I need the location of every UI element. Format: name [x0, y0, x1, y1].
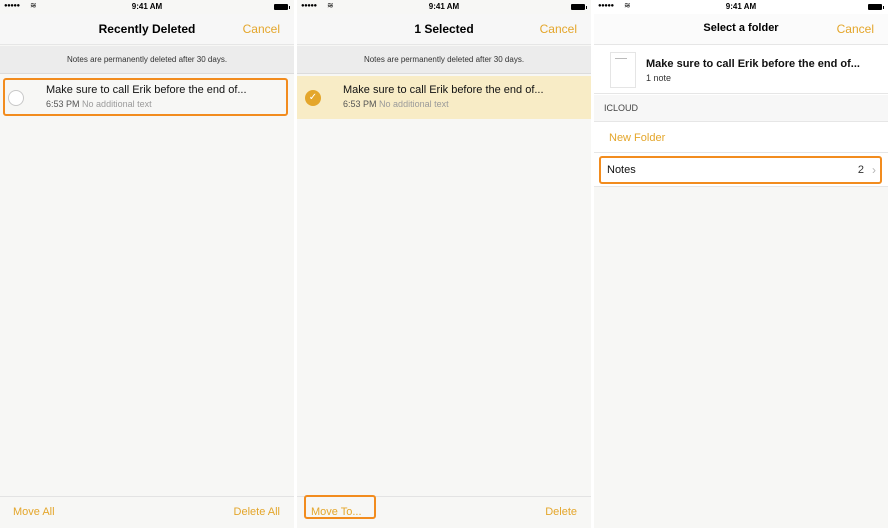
deletion-notice: Notes are permanently deleted after 30 d… [0, 46, 294, 74]
checkmark-icon[interactable]: ✓ [305, 90, 321, 106]
empty-area [594, 186, 888, 528]
battery-icon [868, 4, 884, 10]
status-bar: ●●●●● ≋ 9:41 AM [297, 0, 591, 14]
note-title: Make sure to call Erik before the end of… [646, 58, 860, 70]
nav-bar: Recently Deleted Cancel [0, 14, 294, 45]
cancel-button[interactable]: Cancel [837, 22, 874, 36]
delete-button[interactable]: Delete [545, 506, 577, 518]
note-title: Make sure to call Erik before the end of… [46, 84, 247, 96]
note-detail: No additional text [379, 99, 449, 109]
note-thumbnail-icon [610, 52, 636, 88]
note-row-selected[interactable]: ✓ Make sure to call Erik before the end … [297, 76, 591, 119]
note-meta: 6:53 PM No additional text [46, 99, 152, 109]
note-row[interactable]: Make sure to call Erik before the end of… [0, 76, 294, 119]
status-bar: ●●●●● ≋ 9:41 AM [594, 0, 888, 14]
move-all-button[interactable]: Move All [13, 506, 55, 518]
delete-all-button[interactable]: Delete All [234, 506, 280, 518]
select-radio-icon[interactable] [8, 90, 24, 106]
note-count: 1 note [646, 73, 672, 83]
status-time: 9:41 AM [428, 2, 460, 11]
screen-selected: ●●●●● ≋ 9:41 AM 1 Selected Cancel Notes … [297, 0, 591, 528]
cancel-button[interactable]: Cancel [540, 22, 577, 36]
note-detail: No additional text [82, 99, 152, 109]
screens-container: ●●●●● ≋ 9:41 AM Recently Deleted Cancel … [0, 0, 888, 528]
chevron-right-icon: › [872, 163, 876, 177]
folder-name: Notes [607, 164, 636, 176]
battery-icon [571, 4, 587, 10]
bottom-toolbar: Move To... Delete [297, 496, 591, 528]
section-header-icloud: ICLOUD [594, 95, 888, 122]
screen-recently-deleted: ●●●●● ≋ 9:41 AM Recently Deleted Cancel … [0, 0, 294, 528]
battery-icon [274, 4, 290, 10]
status-bar: ●●●●● ≋ 9:41 AM [0, 0, 294, 14]
new-folder-button[interactable]: New Folder [594, 123, 888, 153]
cancel-button[interactable]: Cancel [243, 22, 280, 36]
bottom-toolbar: Move All Delete All [0, 496, 294, 528]
status-time: 9:41 AM [725, 2, 757, 11]
nav-bar: 1 Selected Cancel [297, 14, 591, 45]
screen-select-folder: ●●●●● ≋ 9:41 AM Select a folder Cancel M… [594, 0, 888, 528]
note-summary: Make sure to call Erik before the end of… [594, 46, 888, 94]
status-time: 9:41 AM [131, 2, 163, 11]
move-to-button[interactable]: Move To... [311, 506, 362, 518]
note-time: 6:53 PM [46, 99, 80, 109]
deletion-notice: Notes are permanently deleted after 30 d… [297, 46, 591, 74]
folder-row-notes[interactable]: Notes 2 › [594, 155, 888, 185]
nav-bar: Select a folder Cancel [594, 14, 888, 45]
note-meta: 6:53 PM No additional text [343, 99, 449, 109]
folder-count: 2 [857, 164, 864, 176]
note-time: 6:53 PM [343, 99, 377, 109]
note-title: Make sure to call Erik before the end of… [343, 84, 544, 96]
